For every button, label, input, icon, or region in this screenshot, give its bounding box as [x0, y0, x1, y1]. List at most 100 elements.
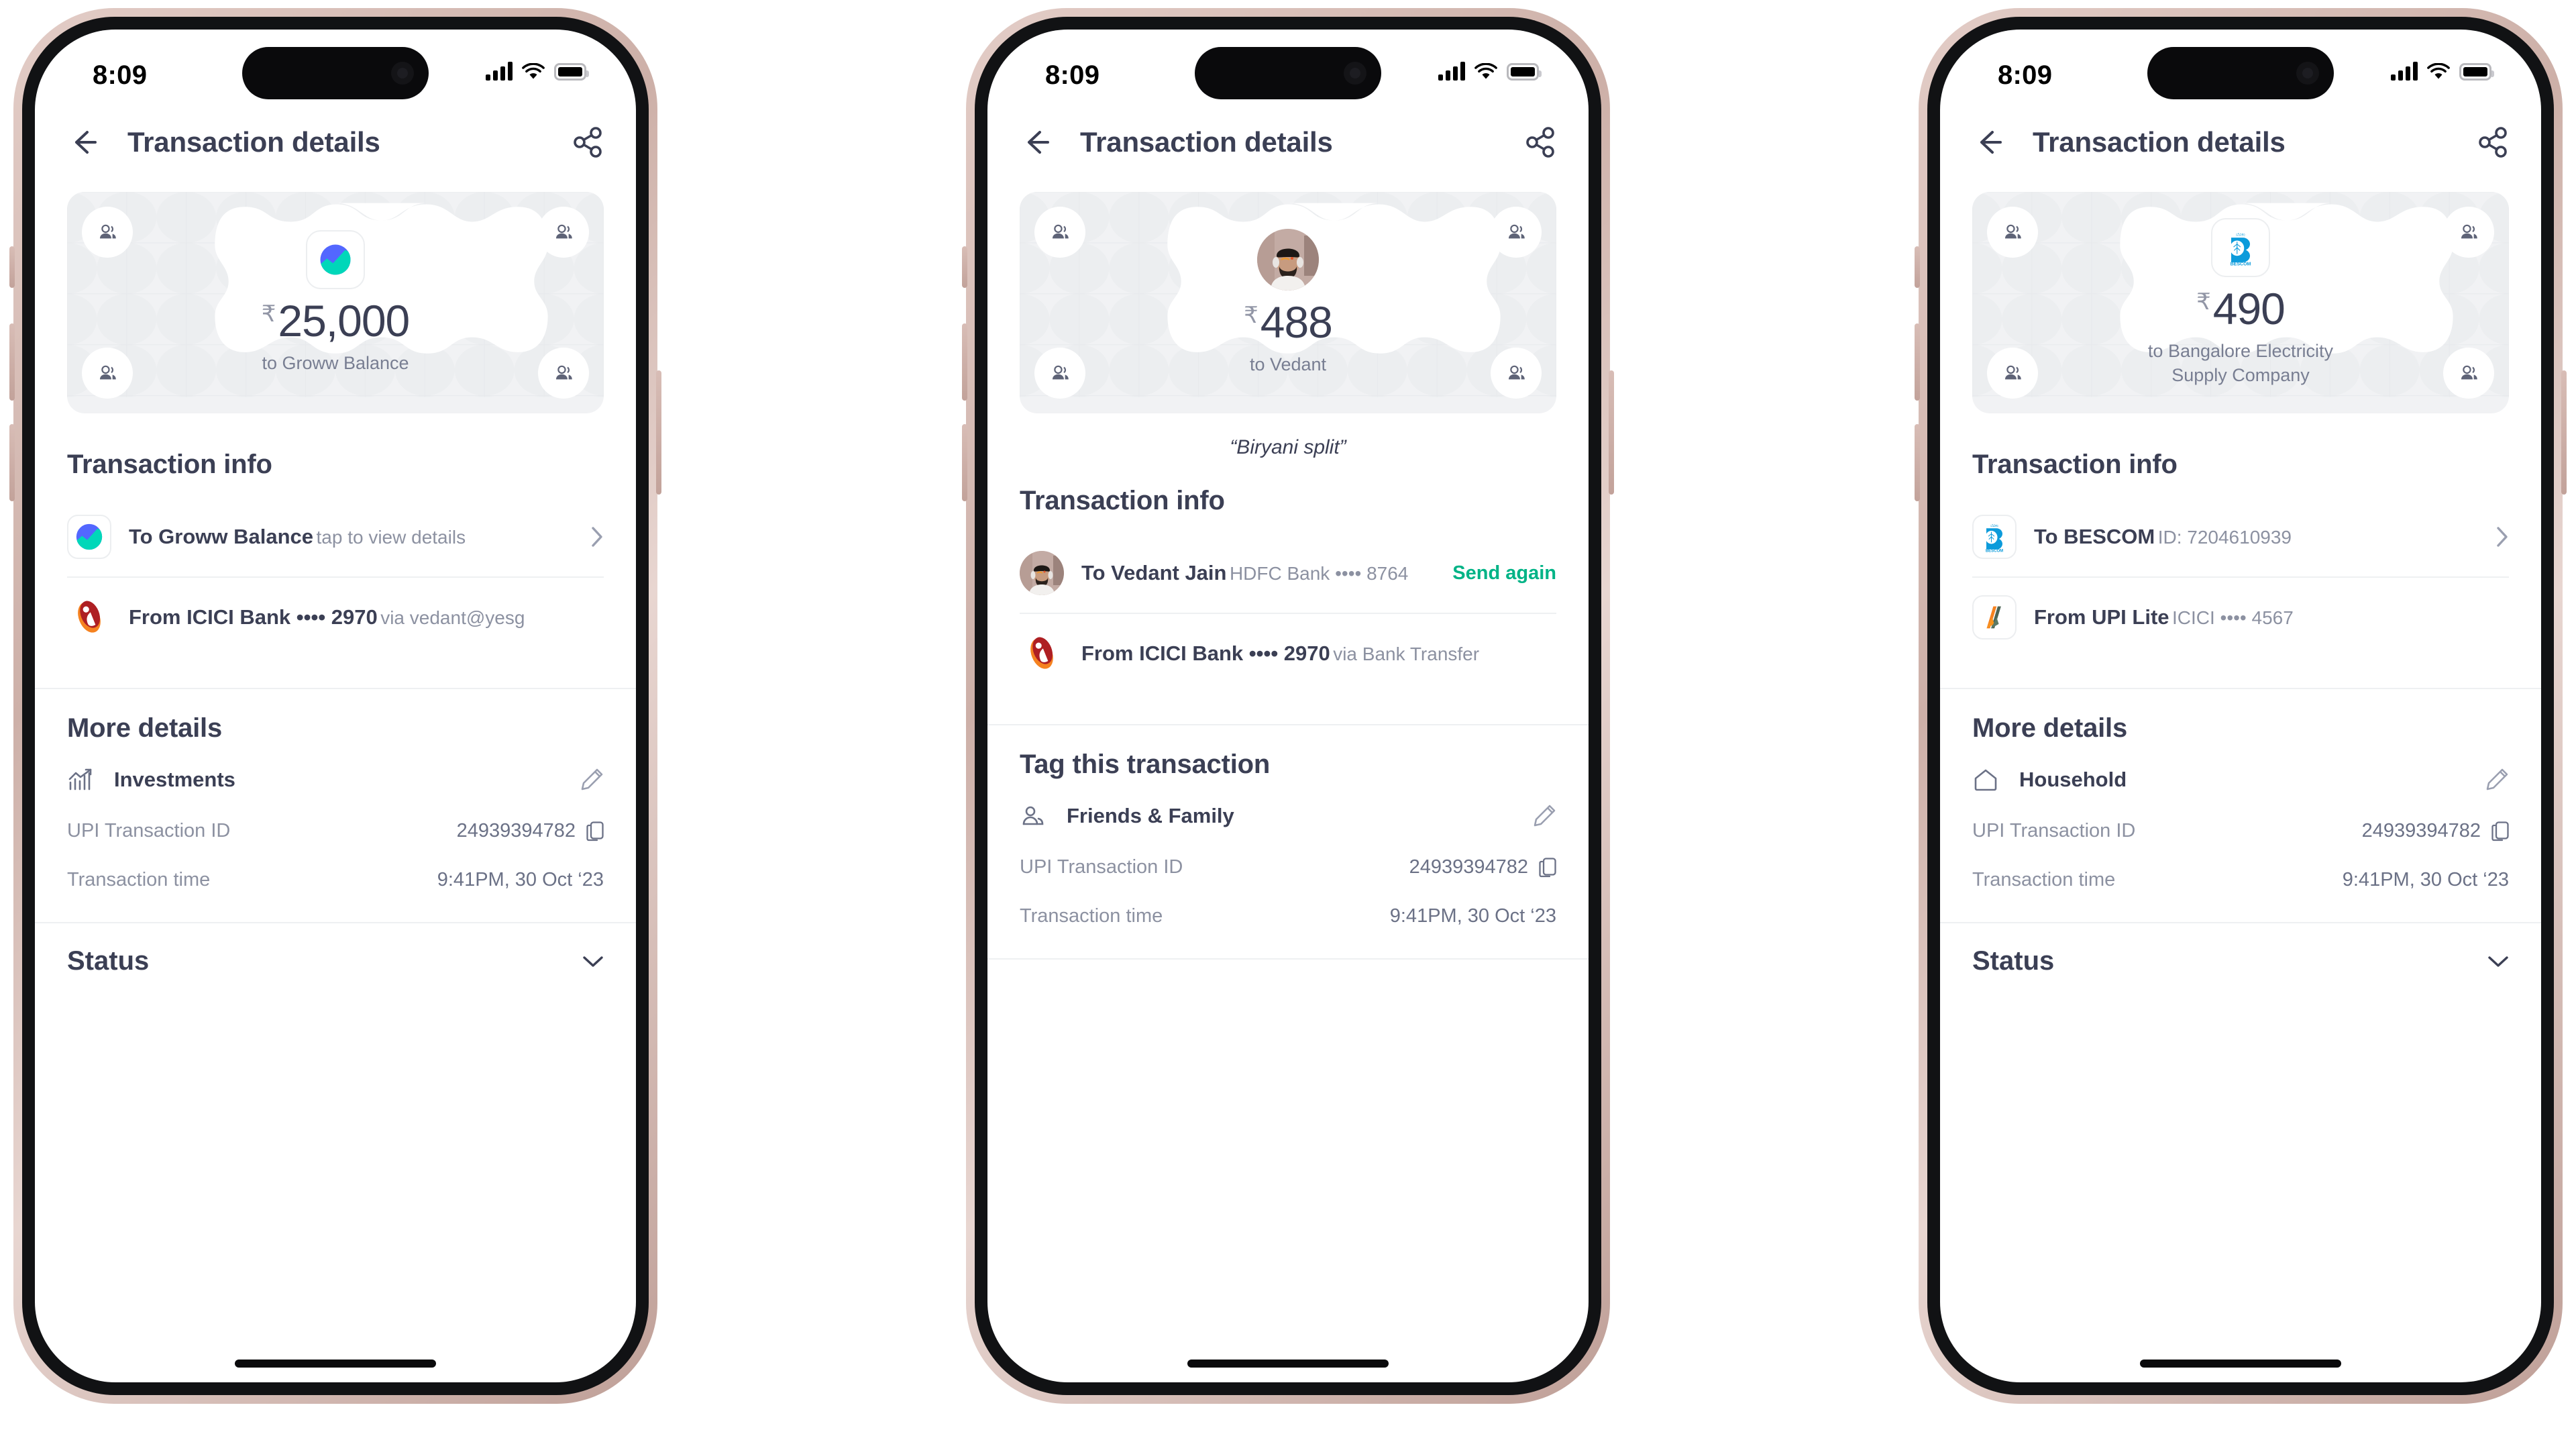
volume-down-button[interactable]: [9, 424, 15, 501]
category-tag-row-2[interactable]: Friends & Family: [987, 803, 1589, 829]
share-icon[interactable]: [573, 127, 602, 158]
wifi-icon: [522, 62, 545, 81]
transaction-time-value: 9:41PM, 30 Oct ‘23: [2342, 869, 2509, 890]
icici-logo: [1020, 631, 1064, 676]
row-text: From ICICI Bank •••• 2970 via vedant@yes…: [129, 604, 604, 631]
status-section-1[interactable]: Status: [35, 923, 636, 976]
battery-icon: [1507, 63, 1542, 81]
status-section-3[interactable]: Status: [1940, 923, 2541, 976]
copy-icon[interactable]: [586, 821, 604, 841]
chart-growth-icon: [67, 766, 94, 793]
page-title: Transaction details: [127, 126, 380, 158]
hero-subtitle-2: to Vedant: [1249, 354, 1327, 374]
volume-up-button[interactable]: [1915, 323, 1920, 401]
upi-transaction-id-row: UPI Transaction ID 24939394782: [987, 856, 1589, 878]
chevron-right-icon[interactable]: [2496, 525, 2509, 548]
table-row[interactable]: From UPI Lite ICICI •••• 4567: [1972, 576, 2509, 657]
status-bar-time: 8:09: [93, 60, 148, 90]
volume-up-button[interactable]: [962, 323, 967, 401]
section-title-transaction-info: Transaction info: [67, 450, 272, 479]
upi-transaction-id-value: 24939394782: [1409, 856, 1528, 878]
transaction-time-value: 9:41PM, 30 Oct ‘23: [437, 869, 604, 890]
upi-transaction-id-value-group: 24939394782: [2362, 820, 2509, 842]
power-button[interactable]: [1609, 370, 1614, 495]
silent-switch[interactable]: [9, 246, 15, 288]
pencil-icon[interactable]: [2485, 768, 2509, 792]
status-label: Status: [1972, 946, 2055, 976]
copy-icon[interactable]: [1539, 857, 1556, 878]
volume-down-button[interactable]: [962, 424, 967, 501]
hero-amount-2: ₹488: [1244, 297, 1333, 347]
transaction-info-list-1: To Groww Balance tap to view details Fro…: [35, 497, 636, 657]
amount-value: 488: [1260, 297, 1333, 347]
front-camera-icon: [1344, 62, 1366, 85]
transaction-info-list-2: To Vedant Jain HDFC Bank •••• 8764 Send …: [987, 533, 1589, 693]
upi-transaction-id-value: 24939394782: [2361, 820, 2481, 841]
upi-transaction-id-row: UPI Transaction ID 24939394782: [35, 820, 636, 842]
bescom-logo: ಬೆವಿಕಂ BESCOM: [2211, 217, 2270, 277]
power-button[interactable]: [656, 370, 661, 495]
status-bar-3: 8:09: [1940, 30, 2541, 109]
divider: [35, 688, 636, 689]
upi-transaction-id-label: UPI Transaction ID: [67, 820, 231, 841]
share-icon[interactable]: [2478, 127, 2508, 158]
svg-text:BESCOM: BESCOM: [1986, 550, 2003, 554]
copy-icon[interactable]: [2491, 821, 2509, 841]
chevron-down-icon[interactable]: [2487, 955, 2509, 968]
phone-bezel-1: 8:09 Transaction details ₹ 25,000 to Gro…: [22, 17, 649, 1395]
hero-content-3: ಬೆವಿಕಂ BESCOM ₹490 to Bangalore Electric…: [1972, 192, 2509, 413]
table-row[interactable]: To Vedant Jain HDFC Bank •••• 8764 Send …: [1020, 533, 1556, 613]
upi-transaction-id-value: 24939394782: [456, 820, 576, 841]
volume-up-button[interactable]: [9, 323, 15, 401]
screen-1: 8:09 Transaction details ₹ 25,000 to Gro…: [35, 30, 636, 1382]
row-title: From ICICI Bank •••• 2970: [129, 605, 378, 629]
category-tag-row-3[interactable]: Household: [1940, 766, 2541, 793]
home-indicator[interactable]: [1187, 1360, 1389, 1368]
back-arrow-icon[interactable]: [1021, 127, 1052, 158]
home-indicator[interactable]: [235, 1360, 436, 1368]
power-button[interactable]: [2561, 370, 2567, 495]
category-tag-row-1[interactable]: Investments: [35, 766, 636, 793]
volume-down-button[interactable]: [1915, 424, 1920, 501]
category-label: Household: [2019, 768, 2127, 791]
table-row[interactable]: To Groww Balance tap to view details: [67, 497, 604, 576]
hero-subtitle-1: to Groww Balance: [262, 352, 409, 373]
transaction-time-label: Transaction time: [1972, 869, 2116, 890]
transaction-time-label: Transaction time: [67, 869, 211, 890]
divider: [987, 958, 1589, 960]
status-bar-indicators: [1438, 62, 1542, 81]
table-row[interactable]: ಬೆವಿಕಂ BESCOM To BESCOM ID: 7204610939: [1972, 497, 2509, 576]
hero-subtitle-3: to Bangalore Electricity Supply Company: [2147, 340, 2334, 385]
phone-bezel-2: 8:09 Transaction details ₹ 488 to Vedant…: [975, 17, 1601, 1395]
share-icon[interactable]: [1525, 127, 1555, 158]
upi-lite-logo: [1972, 595, 2017, 639]
divider: [1940, 688, 2541, 689]
row-text: To Vedant Jain HDFC Bank •••• 8764: [1081, 560, 1435, 586]
pencil-icon[interactable]: [1532, 804, 1556, 828]
silent-switch[interactable]: [1915, 246, 1920, 288]
category-label: Friends & Family: [1067, 804, 1234, 827]
rupee-symbol: ₹: [261, 301, 276, 327]
chevron-right-icon[interactable]: [590, 525, 604, 548]
row-subtitle: via vedant@yesg: [380, 607, 525, 628]
transaction-hero-card-1: ₹25,000 to Groww Balance: [67, 192, 604, 413]
pencil-icon[interactable]: [580, 768, 604, 792]
upi-transaction-id-value-group: 24939394782: [1409, 856, 1556, 878]
section-title-tag-transaction: Tag this transaction: [1020, 750, 1271, 779]
nav-bar-2: Transaction details: [987, 109, 1589, 176]
home-indicator[interactable]: [2140, 1360, 2341, 1368]
row-title: To Groww Balance: [129, 524, 314, 548]
table-row[interactable]: From ICICI Bank •••• 2970 via vedant@yes…: [67, 576, 604, 657]
status-bar-2: 8:09: [987, 30, 1589, 109]
category-label: Investments: [114, 768, 235, 791]
divider: [987, 724, 1589, 725]
chevron-down-icon[interactable]: [582, 955, 604, 968]
transaction-hero-card-2: ₹488 to Vedant: [1020, 192, 1556, 413]
back-arrow-icon[interactable]: [68, 127, 99, 158]
back-arrow-icon[interactable]: [1974, 127, 2004, 158]
silent-switch[interactable]: [962, 246, 967, 288]
table-row[interactable]: From ICICI Bank •••• 2970 via Bank Trans…: [1020, 613, 1556, 693]
send-again-button[interactable]: Send again: [1452, 562, 1556, 584]
dynamic-island: [1195, 47, 1381, 99]
section-title-more-details: More details: [67, 713, 222, 743]
